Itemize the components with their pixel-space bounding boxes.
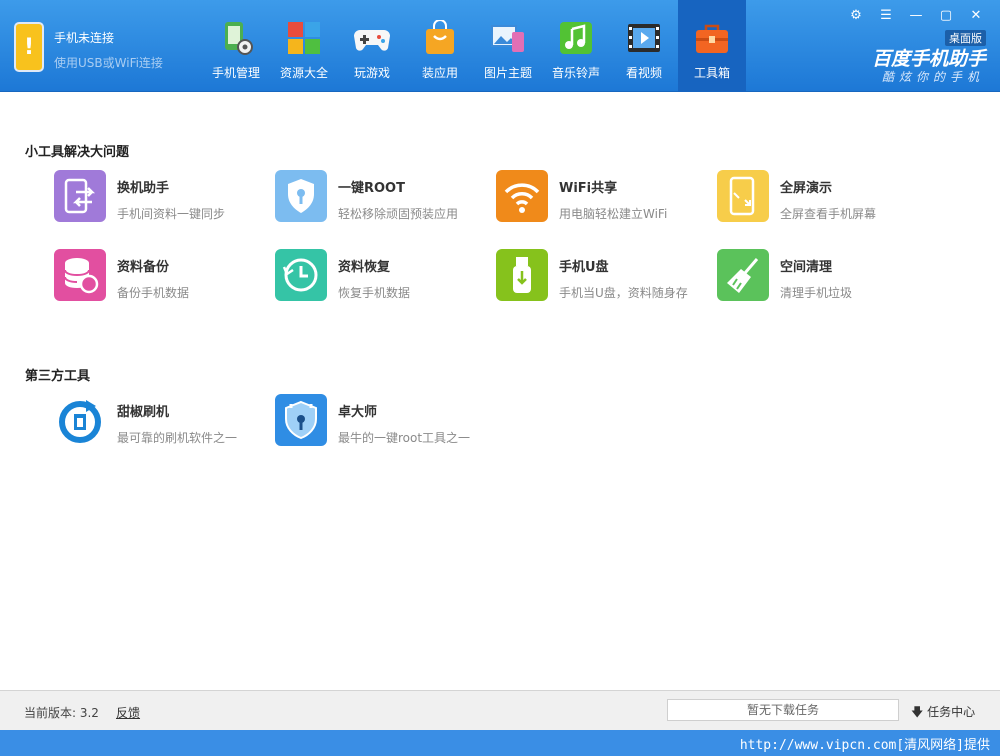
nav-apps[interactable]: 装应用: [406, 0, 474, 92]
settings-gear-icon[interactable]: ⚙: [846, 6, 866, 26]
nav-themes[interactable]: 图片主题: [474, 0, 542, 92]
maximize-icon[interactable]: ▢: [936, 6, 956, 26]
tool-desc: 手机间资料一键同步: [117, 207, 226, 221]
nav-toolbox[interactable]: 工具箱: [678, 0, 746, 92]
nav-label: 工具箱: [693, 66, 730, 80]
usb-drive-icon: [496, 249, 548, 301]
task-center-button[interactable]: 🡇 任务中心: [911, 703, 975, 724]
tool-phone-usb-disk[interactable]: 手机U盘 手机当U盘，资料随身存: [496, 249, 716, 303]
section-title-third-party: 第三方工具: [25, 369, 91, 384]
nav-video[interactable]: 看视频: [610, 0, 678, 92]
minimize-icon[interactable]: —: [906, 6, 926, 26]
tool-name: 全屏演示: [780, 181, 833, 196]
tool-name: 换机助手: [117, 181, 170, 196]
section-title-small-tools: 小工具解决大问题: [25, 145, 130, 160]
resource-grid-icon: [286, 20, 322, 56]
nav-label: 音乐铃声: [551, 66, 600, 80]
tool-name: 手机U盘: [559, 260, 609, 275]
tool-data-backup[interactable]: 资料备份 备份手机数据: [54, 249, 274, 303]
tool-desc: 用电脑轻松建立WiFi: [559, 207, 668, 221]
task-center-label: 任务中心: [927, 705, 976, 719]
phone-transfer-icon: [54, 170, 106, 222]
watermark-bar: http://www.vipcn.com[清风网络]提供: [0, 730, 1000, 756]
brand-slogan: 酷炫你的手机: [881, 70, 984, 84]
nav-games[interactable]: 玩游戏: [338, 0, 406, 92]
shield-key-icon: [275, 170, 327, 222]
connection-title: 手机未连接: [54, 31, 115, 45]
status-bar: 当前版本: 3.2 反馈 暂无下载任务 🡇 任务中心: [0, 690, 1000, 730]
tool-desc: 轻松移除顽固预装应用: [338, 207, 459, 221]
nav-resources[interactable]: 资源大全: [270, 0, 338, 92]
nav-label: 图片主题: [483, 66, 532, 80]
phone-manage-icon: [218, 20, 254, 56]
tool-fullscreen-demo[interactable]: 全屏演示 全屏查看手机屏幕: [717, 170, 937, 224]
feedback-link[interactable]: 反馈: [116, 704, 140, 721]
tool-one-click-root[interactable]: 一键ROOT 轻松移除顽固预装应用: [275, 170, 495, 224]
tool-phone-transfer[interactable]: 换机助手 手机间资料一键同步: [54, 170, 274, 224]
shopping-bag-icon: [422, 20, 458, 56]
broom-icon: [717, 249, 769, 301]
phone-warning-icon: !: [14, 22, 44, 72]
tool-name: 空间清理: [780, 260, 833, 275]
tool-zhuodashi[interactable]: 卓大师 最牛的一键root工具之一: [275, 394, 495, 448]
tool-tianjiao-flash[interactable]: 甜椒刷机 最可靠的刷机软件之一: [54, 394, 274, 448]
zhuodashi-shield-icon: [275, 394, 327, 446]
database-backup-icon: [54, 249, 106, 301]
tool-name: WiFi共享: [559, 181, 618, 196]
tool-desc: 全屏查看手机屏幕: [780, 207, 877, 221]
connection-subtitle: 使用USB或WiFi连接: [54, 56, 163, 70]
tool-name: 资料备份: [117, 260, 170, 275]
window-controls: ⚙ ☰ — ▢ ✕: [836, 6, 986, 26]
tool-data-restore[interactable]: 资料恢复 恢复手机数据: [275, 249, 495, 303]
picture-icon: [490, 20, 526, 56]
title-bar: ! 手机未连接 使用USB或WiFi连接 手机管理 资源大全 玩游戏 装应用 图…: [0, 0, 1000, 92]
tool-desc: 恢复手机数据: [338, 286, 411, 300]
nav-phone-manage[interactable]: 手机管理: [202, 0, 270, 92]
tool-desc: 备份手机数据: [117, 286, 190, 300]
toolbox-icon: [694, 20, 730, 56]
nav-label: 玩游戏: [353, 66, 390, 80]
music-note-icon: [558, 20, 594, 56]
wifi-icon: [496, 170, 548, 222]
tool-wifi-share[interactable]: WiFi共享 用电脑轻松建立WiFi: [496, 170, 716, 224]
clock-restore-icon: [275, 249, 327, 301]
main-nav: 手机管理 资源大全 玩游戏 装应用 图片主题 音乐铃声 看视频 工具箱: [202, 0, 746, 92]
fullscreen-phone-icon: [717, 170, 769, 222]
nav-label: 手机管理: [211, 66, 260, 80]
gamepad-icon: [354, 20, 390, 56]
tool-name: 卓大师: [338, 405, 378, 420]
tool-desc: 最可靠的刷机软件之一: [117, 431, 238, 445]
connection-status[interactable]: ! 手机未连接 使用USB或WiFi连接: [14, 22, 163, 72]
nav-music[interactable]: 音乐铃声: [542, 0, 610, 92]
watermark-text: http://www.vipcn.com[清风网络]提供: [739, 738, 990, 753]
download-arrow-icon: 🡇: [911, 705, 924, 719]
nav-label: 看视频: [625, 66, 662, 80]
nav-label: 资源大全: [279, 66, 328, 80]
tool-desc: 手机当U盘，资料随身存: [559, 286, 688, 300]
tool-name: 资料恢复: [338, 260, 391, 275]
tool-desc: 清理手机垃圾: [780, 286, 853, 300]
film-icon: [626, 20, 662, 56]
menu-icon[interactable]: ☰: [876, 6, 896, 26]
tool-desc: 最牛的一键root工具之一: [338, 431, 471, 445]
nav-label: 装应用: [421, 66, 458, 80]
download-status-box[interactable]: 暂无下载任务: [667, 699, 899, 721]
version-label: 当前版本: 3.2: [24, 706, 99, 720]
brand-title: 百度手机助手: [871, 48, 986, 70]
tool-name: 一键ROOT: [338, 181, 405, 196]
tianjiao-logo-icon: [54, 394, 106, 446]
tool-space-cleanup[interactable]: 空间清理 清理手机垃圾: [717, 249, 937, 303]
tool-name: 甜椒刷机: [117, 405, 170, 420]
close-icon[interactable]: ✕: [966, 6, 986, 26]
